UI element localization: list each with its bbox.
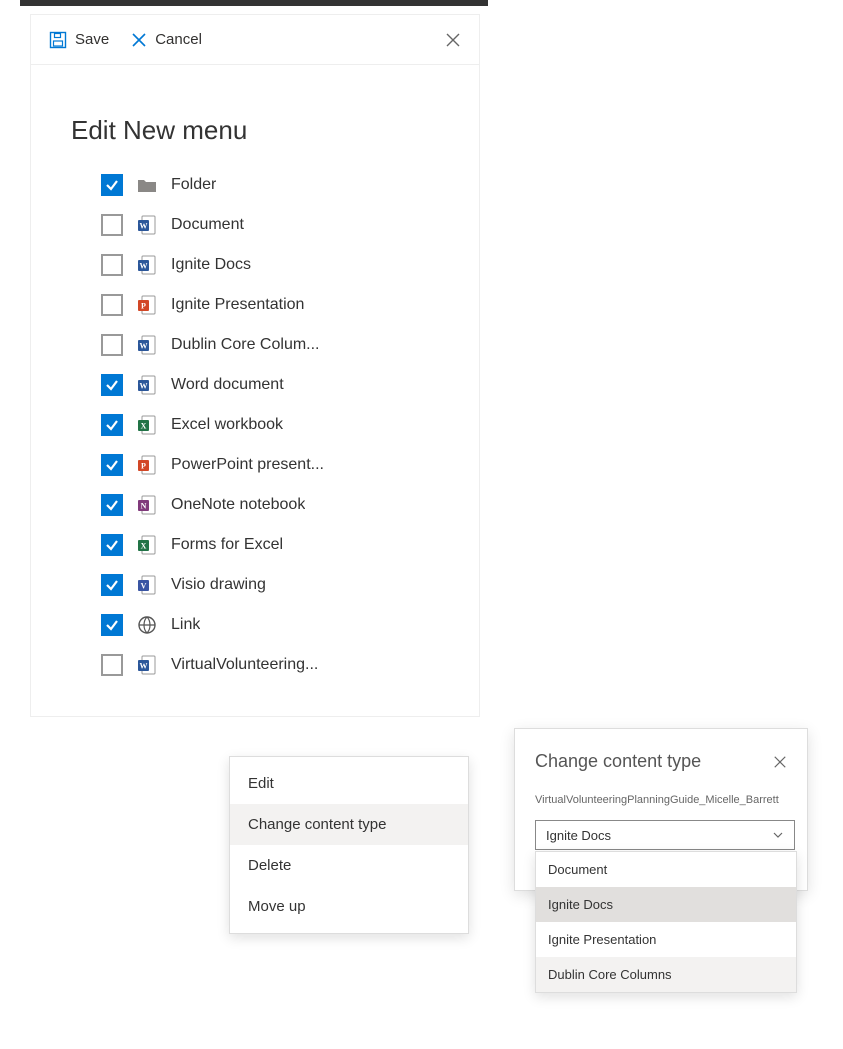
svg-text:X: X xyxy=(141,422,147,431)
content-type-dropdown: DocumentIgnite DocsIgnite PresentationDu… xyxy=(535,851,797,993)
list-item[interactable]: W VirtualVolunteering... xyxy=(101,654,439,676)
checkbox[interactable] xyxy=(101,214,123,236)
save-label: Save xyxy=(75,31,109,48)
list-item-label: Visio drawing xyxy=(171,576,266,594)
page-title: Edit New menu xyxy=(71,115,439,146)
list-item[interactable]: W Dublin Core Colum... xyxy=(101,334,439,356)
svg-text:W: W xyxy=(140,382,148,391)
checkbox[interactable] xyxy=(101,614,123,636)
checkbox[interactable] xyxy=(101,414,123,436)
content-type-list: Folder W Document W Ignite Docs P Ignite… xyxy=(71,174,439,676)
checkbox[interactable] xyxy=(101,334,123,356)
list-item-label: Excel workbook xyxy=(171,416,283,434)
svg-text:W: W xyxy=(140,342,148,351)
checkbox[interactable] xyxy=(101,574,123,596)
edit-new-menu-panel: Save Cancel Edit New menu Folder W Docum… xyxy=(30,14,480,717)
dropdown-option[interactable]: Dublin Core Columns xyxy=(536,957,796,992)
word-icon: W xyxy=(137,654,157,676)
flyout-close-icon[interactable] xyxy=(773,755,787,769)
toolbar: Save Cancel xyxy=(31,15,479,65)
dropdown-option[interactable]: Ignite Docs xyxy=(536,887,796,922)
checkbox[interactable] xyxy=(101,454,123,476)
window-top-border xyxy=(20,0,488,6)
content-type-select[interactable]: Ignite Docs DocumentIgnite DocsIgnite Pr… xyxy=(535,820,795,850)
list-item-label: Ignite Docs xyxy=(171,256,251,274)
list-item-label: Dublin Core Colum... xyxy=(171,336,320,354)
cancel-icon xyxy=(131,32,147,48)
ppt-icon: P xyxy=(137,454,157,476)
flyout-title: Change content type xyxy=(535,751,701,772)
excel-icon: X xyxy=(137,414,157,436)
list-item[interactable]: W Document xyxy=(101,214,439,236)
list-item-label: Word document xyxy=(171,376,284,394)
ctx-move-up[interactable]: Move up xyxy=(230,886,468,927)
checkbox[interactable] xyxy=(101,294,123,316)
onenote-icon: N xyxy=(137,494,157,516)
checkbox[interactable] xyxy=(101,174,123,196)
dropdown-option[interactable]: Ignite Presentation xyxy=(536,922,796,957)
svg-text:W: W xyxy=(140,662,148,671)
select-value: Ignite Docs xyxy=(546,828,611,843)
dropdown-option[interactable]: Document xyxy=(536,852,796,887)
list-item[interactable]: W Ignite Docs xyxy=(101,254,439,276)
panel-content: Edit New menu Folder W Document W Ignite… xyxy=(31,65,479,716)
svg-text:V: V xyxy=(141,582,147,591)
excel-icon: X xyxy=(137,534,157,556)
list-item-label: Document xyxy=(171,216,244,234)
list-item[interactable]: X Forms for Excel xyxy=(101,534,439,556)
svg-text:P: P xyxy=(141,462,146,471)
context-menu: Edit Change content type Delete Move up xyxy=(229,756,469,934)
svg-text:W: W xyxy=(140,262,148,271)
chevron-down-icon xyxy=(772,829,784,841)
list-item[interactable]: N OneNote notebook xyxy=(101,494,439,516)
svg-text:W: W xyxy=(140,222,148,231)
list-item[interactable]: Link xyxy=(101,614,439,636)
word-icon: W xyxy=(137,254,157,276)
ctx-change-content-type[interactable]: Change content type xyxy=(230,804,468,845)
save-icon xyxy=(49,31,67,49)
checkbox[interactable] xyxy=(101,654,123,676)
close-icon[interactable] xyxy=(445,32,461,48)
list-item[interactable]: X Excel workbook xyxy=(101,414,439,436)
checkbox[interactable] xyxy=(101,494,123,516)
list-item[interactable]: P PowerPoint present... xyxy=(101,454,439,476)
cancel-label: Cancel xyxy=(155,31,202,48)
list-item[interactable]: Folder xyxy=(101,174,439,196)
list-item[interactable]: P Ignite Presentation xyxy=(101,294,439,316)
save-button[interactable]: Save xyxy=(49,31,109,49)
word-icon: W xyxy=(137,214,157,236)
checkbox[interactable] xyxy=(101,374,123,396)
link-icon xyxy=(137,614,157,636)
list-item-label: Forms for Excel xyxy=(171,536,283,554)
word-icon: W xyxy=(137,334,157,356)
visio-icon: V xyxy=(137,574,157,596)
ppt-icon: P xyxy=(137,294,157,316)
list-item-label: PowerPoint present... xyxy=(171,456,324,474)
folder-icon xyxy=(137,174,157,196)
list-item-label: Link xyxy=(171,616,200,634)
list-item[interactable]: V Visio drawing xyxy=(101,574,439,596)
checkbox[interactable] xyxy=(101,534,123,556)
ctx-delete[interactable]: Delete xyxy=(230,845,468,886)
cancel-button[interactable]: Cancel xyxy=(131,31,202,48)
list-item-label: OneNote notebook xyxy=(171,496,305,514)
svg-text:N: N xyxy=(141,502,147,511)
list-item-label: VirtualVolunteering... xyxy=(171,656,318,674)
ctx-edit[interactable]: Edit xyxy=(230,763,468,804)
word-icon: W xyxy=(137,374,157,396)
svg-text:P: P xyxy=(141,302,146,311)
list-item-label: Folder xyxy=(171,176,216,194)
list-item-label: Ignite Presentation xyxy=(171,296,304,314)
list-item[interactable]: W Word document xyxy=(101,374,439,396)
flyout-file-name: VirtualVolunteeringPlanningGuide_Micelle… xyxy=(535,794,787,806)
checkbox[interactable] xyxy=(101,254,123,276)
svg-text:X: X xyxy=(141,542,147,551)
change-content-type-flyout: Change content type VirtualVolunteeringP… xyxy=(514,728,808,891)
